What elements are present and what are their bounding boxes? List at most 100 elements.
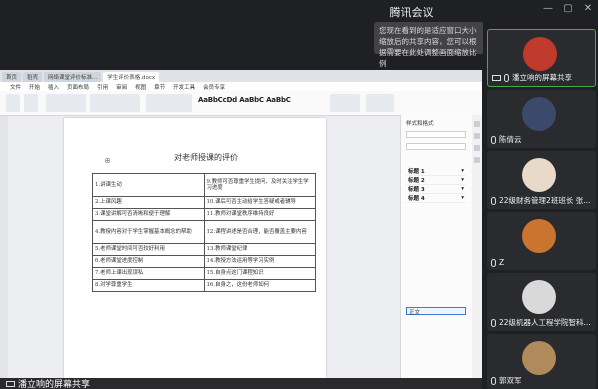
tab-docer[interactable]: 稻壳 (23, 72, 43, 82)
table-cell[interactable]: 11.教师对课堂秩序维持良好 (203, 208, 316, 221)
current-style-select[interactable]: 正文 (406, 307, 466, 316)
avatar (522, 158, 556, 192)
mic-icon[interactable] (491, 376, 496, 385)
table-row: 7.老师上课出现误私 15.自身点这门课程知识 (92, 267, 316, 280)
side-tool-icon[interactable] (474, 133, 480, 139)
avatar (522, 341, 556, 375)
participant-name: 22级财务管理2班班长 张... (499, 196, 591, 205)
participant-tile[interactable]: 陈倩云 (487, 90, 596, 148)
vertical-ruler (0, 116, 8, 378)
participant-tile[interactable]: 郭双军 (487, 334, 596, 389)
paste-icon[interactable] (6, 94, 20, 112)
window-controls: — ▢ ✕ (542, 3, 594, 14)
table-cell[interactable]: 2.上课风趣 (92, 196, 205, 209)
tab-evaluation-doc[interactable]: 学生评价表格.docx (103, 72, 160, 82)
style-item[interactable]: 标题 3 ▾ (406, 185, 466, 194)
wps-tab-bar: 首页 稻壳 网络课堂评价标准... 学生评价表格.docx (0, 70, 482, 82)
participant-tile[interactable]: 22级财务管理2班班长 张... (487, 151, 596, 209)
mic-icon[interactable] (491, 135, 496, 144)
table-row: 3.课堂讲解可否清晰和便于理解 11.教师对课堂秩序维持良好 (92, 208, 316, 221)
side-toolbar (472, 115, 482, 378)
participant-name: 潘立响的屏幕共享 (512, 73, 572, 82)
format-painter-icon[interactable] (24, 94, 38, 112)
participant-name: 22级机器人工程学院智科... (499, 318, 591, 327)
tab-home[interactable]: 首页 (2, 72, 22, 82)
table-row: 6.老师课堂进度控制 14.教授方法运用等学习实例 (92, 255, 316, 268)
participant-name-row: 22级机器人工程学院智科... (491, 317, 591, 328)
table-row: 5.老师课堂时间可否较好利用 13.教师课堂纪律 (92, 243, 316, 256)
title-bar: 腾讯会议 — ▢ ✕ (0, 0, 598, 22)
participant-name-row: Z (491, 258, 504, 267)
font-selector[interactable] (46, 94, 86, 112)
table-row: 4.教授内容对于学生掌握基本概念的帮助 12.课程讲述是否合理，能否覆盖主要内容 (92, 220, 316, 244)
table-row: 2.上课风趣 10.课后可否主动给学生答疑或者辅导 (92, 196, 316, 209)
table-cell[interactable]: 3.课堂讲解可否清晰和便于理解 (92, 208, 205, 221)
close-icon[interactable]: ✕ (582, 3, 594, 14)
avatar (522, 97, 556, 131)
mic-icon[interactable] (491, 258, 496, 267)
menu-references[interactable]: 引用 (97, 83, 108, 91)
mic-icon[interactable] (491, 318, 496, 327)
styles-panel-title: 样式和格式 (406, 121, 434, 127)
mic-icon[interactable] (504, 73, 509, 82)
sharer-name: 潘立响的屏幕共享 (18, 380, 91, 389)
styles-panel: 样式和格式 标题 1 ▾ 标题 2 ▾ 标题 3 ▾ 标题 4 ▾ 正文 (400, 115, 472, 378)
screen-share-icon (6, 380, 15, 387)
participant-tile[interactable]: Z (487, 212, 596, 270)
table-cell[interactable]: 6.老师课堂进度控制 (92, 255, 205, 268)
screen-share-icon (492, 74, 501, 81)
table-cell[interactable]: 14.教授方法运用等学习实例 (203, 255, 316, 268)
participant-list: 潘立响的屏幕共享 陈倩云 22级财务管理2班班长 张... Z 22级机器人工程… (483, 22, 598, 389)
participant-name: 郭双军 (499, 376, 522, 385)
menu-layout[interactable]: 页面布局 (67, 83, 89, 91)
style-item[interactable]: 标题 4 ▾ (406, 194, 466, 203)
minimize-icon[interactable]: — (542, 3, 554, 14)
style-gallery[interactable]: AaBbCcDd AaBbC AaBbC (198, 96, 291, 104)
table-cell[interactable]: 7.老师上课出现误私 (92, 267, 205, 280)
style-item[interactable]: 标题 1 ▾ (406, 167, 466, 176)
table-cell[interactable]: 15.自身点这门课程知识 (203, 267, 316, 280)
font-style-tools[interactable] (90, 94, 140, 112)
menu-chapter[interactable]: 章节 (154, 83, 165, 91)
table-cell[interactable]: 10.课后可否主动给学生答疑或者辅导 (203, 196, 316, 209)
table-cell[interactable]: 9.教师可否尊重学生提问，及时关注学生学习进度 (203, 173, 316, 197)
table-cell[interactable]: 12.课程讲述是否合理，能否覆盖主要内容 (203, 220, 316, 244)
tab-criteria[interactable]: 网络课堂评价标准... (44, 72, 102, 82)
avatar (522, 280, 556, 314)
menu-review[interactable]: 审阅 (116, 83, 127, 91)
mic-icon[interactable] (491, 196, 496, 205)
menu-insert[interactable]: 插入 (48, 83, 59, 91)
window-title: 腾讯会议 (389, 6, 434, 19)
sharer-label: 潘立响的屏幕共享 (6, 377, 90, 389)
find-replace-icon[interactable] (330, 94, 360, 112)
table-cell[interactable]: 1.讲课生动 (92, 173, 205, 197)
style-search-field[interactable] (406, 131, 466, 138)
participant-name: Z (499, 258, 505, 267)
select-icon[interactable] (366, 94, 394, 112)
wps-ribbon: AaBbCcDd AaBbC AaBbC (0, 91, 482, 116)
table-cell[interactable]: 8.对学尊重学生 (92, 279, 205, 292)
participant-tile[interactable]: 22级机器人工程学院智科... (487, 273, 596, 331)
table-cell[interactable]: 16.自身之，这份老师如何 (203, 279, 316, 292)
paragraph-handle-icon: ⊕ (104, 156, 111, 165)
side-tool-icon[interactable] (474, 121, 480, 127)
participant-tile[interactable]: 潘立响的屏幕共享 (487, 29, 596, 87)
style-item[interactable]: 标题 2 ▾ (406, 176, 466, 185)
wps-menu-bar: 文件 开始 插入 页面布局 引用 审阅 视图 章节 开发工具 会员专享 (0, 82, 482, 91)
participant-name-row: 陈倩云 (491, 134, 522, 145)
participant-name-row: 潘立响的屏幕共享 (492, 72, 572, 83)
maximize-icon[interactable]: ▢ (562, 3, 574, 14)
menu-developer[interactable]: 开发工具 (173, 83, 195, 91)
menu-file[interactable]: 文件 (10, 83, 21, 91)
side-tool-icon[interactable] (474, 145, 480, 151)
new-style-button[interactable] (406, 143, 466, 150)
table-cell[interactable]: 5.老师课堂时间可否较好利用 (92, 243, 205, 256)
menu-member[interactable]: 会员专享 (203, 83, 225, 91)
menu-view[interactable]: 视图 (135, 83, 146, 91)
table-cell[interactable]: 13.教师课堂纪律 (203, 243, 316, 256)
side-tool-icon[interactable] (474, 157, 480, 163)
document-title: 对老师授课的评价 (174, 153, 238, 162)
menu-start[interactable]: 开始 (29, 83, 40, 91)
table-cell[interactable]: 4.教授内容对于学生掌握基本概念的帮助 (92, 220, 205, 244)
paragraph-tools[interactable] (146, 94, 192, 112)
